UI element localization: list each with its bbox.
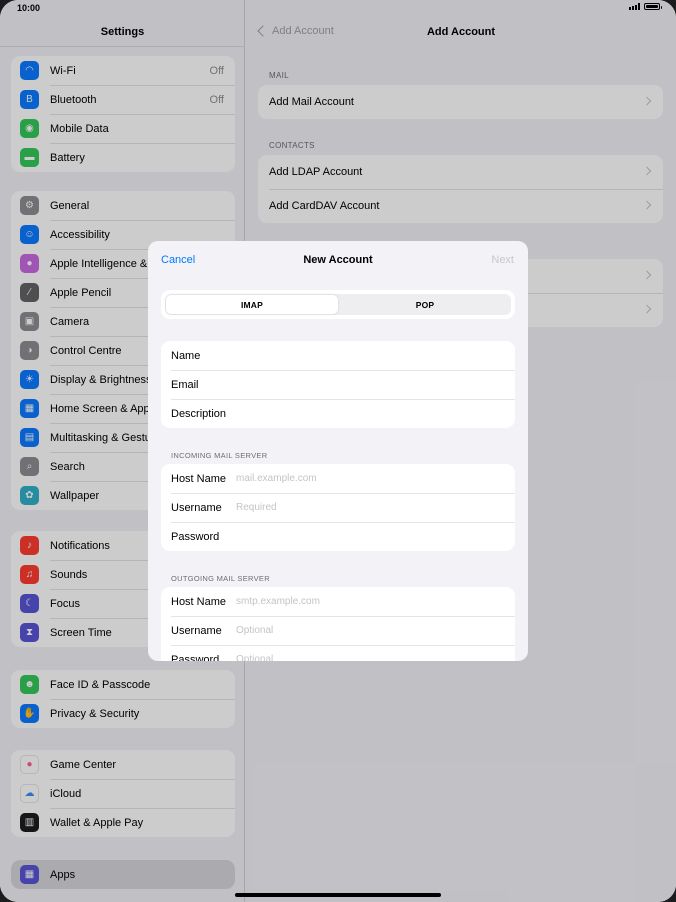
sheet-header: Cancel New Account Next: [148, 241, 528, 279]
incoming-username-input[interactable]: [236, 502, 496, 513]
outgoing-server-group: Host Name Username Password: [161, 587, 515, 661]
name-row: Name: [161, 341, 515, 370]
incoming-username-row: Username: [161, 493, 515, 522]
description-input[interactable]: [236, 408, 496, 419]
outgoing-host-name-input[interactable]: [236, 596, 496, 607]
incoming-password-label: Password: [171, 530, 220, 543]
name-input[interactable]: [236, 350, 496, 361]
incoming-section-label: INCOMING MAIL SERVER: [171, 451, 268, 460]
outgoing-username-input[interactable]: [236, 625, 496, 636]
name-label: Name: [171, 349, 201, 362]
ipad-screen: 10:00 Settings ◠ Wi-Fi Off B Bluetooth Off ◉ Mo…: [0, 0, 676, 902]
account-info-group: Name Email Description: [161, 341, 515, 428]
outgoing-host-name-row: Host Name: [161, 587, 515, 616]
incoming-password-row: Password: [161, 522, 515, 551]
segment-imap[interactable]: IMAP: [166, 295, 338, 314]
new-account-sheet: Cancel New Account Next IMAP POP Name Ema…: [148, 241, 528, 661]
outgoing-section-label: OUTGOING MAIL SERVER: [171, 574, 270, 583]
outgoing-password-label: Password: [171, 653, 220, 662]
incoming-password-input[interactable]: [236, 531, 496, 542]
protocol-segment-container: IMAP POP: [161, 290, 515, 319]
outgoing-password-row: Password: [161, 645, 515, 661]
email-label: Email: [171, 378, 199, 391]
segment-pop[interactable]: POP: [339, 294, 511, 315]
sheet-title: New Account: [303, 254, 373, 266]
incoming-username-label: Username: [171, 501, 222, 514]
incoming-host-name-input[interactable]: [236, 473, 496, 484]
email-input[interactable]: [236, 379, 496, 390]
home-indicator: [235, 893, 441, 897]
incoming-server-group: Host Name Username Password: [161, 464, 515, 551]
incoming-host-name-label: Host Name: [171, 472, 227, 485]
next-button[interactable]: Next: [491, 254, 514, 266]
outgoing-password-input[interactable]: [236, 654, 496, 661]
email-row: Email: [161, 370, 515, 399]
description-row: Description: [161, 399, 515, 428]
outgoing-username-row: Username: [161, 616, 515, 645]
description-label: Description: [171, 407, 227, 420]
protocol-segmented-control: IMAP POP: [165, 294, 511, 315]
outgoing-username-label: Username: [171, 624, 222, 637]
incoming-host-name-row: Host Name: [161, 464, 515, 493]
outgoing-host-name-label: Host Name: [171, 595, 227, 608]
